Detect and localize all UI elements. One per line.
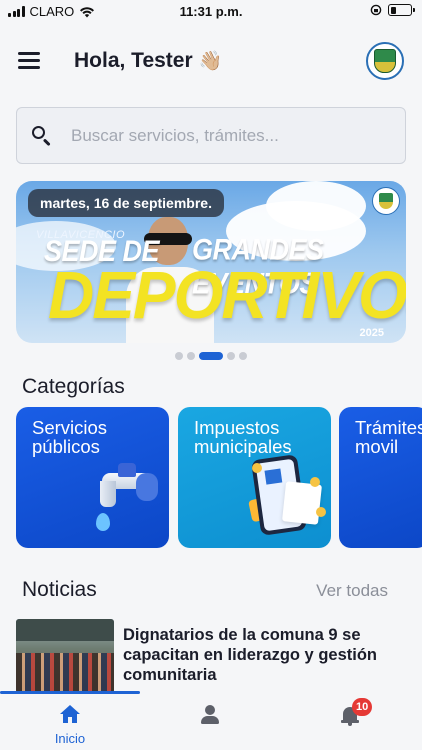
promo-banner[interactable]: martes, 16 de septiembre. VILLAVICENCIO … [16,181,406,343]
banner-date-chip: martes, 16 de septiembre. [28,189,224,217]
banner-year: 2025 [359,327,384,339]
category-card-impuestos-municipales[interactable]: Impuestos municipales [178,407,331,548]
news-headline: Dignatarios de la comuna 9 se capacitan … [123,626,377,685]
carousel-dots[interactable] [0,352,422,360]
status-bar: CLARO 11:31 p.m. [0,0,422,26]
rotation-lock-icon [370,4,382,16]
news-thumbnail [16,619,114,693]
home-icon [60,705,80,725]
status-time: 11:31 p.m. [179,4,243,19]
greeting-text: Hola, Tester [74,49,193,72]
person-icon [200,705,220,727]
faucet-icon [88,463,158,533]
hamburger-menu-icon[interactable] [18,52,40,70]
battery-icon [388,4,415,16]
carousel-dot[interactable] [187,352,195,360]
carousel-dot[interactable] [175,352,183,360]
category-label: Servicios públicos [32,417,108,457]
bottom-navigation: Inicio 10 [0,694,422,750]
nav-profile-tab[interactable] [180,702,240,748]
nav-home-label: Inicio [54,731,86,746]
categories-carousel[interactable]: Servicios públicos Impuestos municipales… [16,407,422,549]
carousel-dot[interactable] [227,352,235,360]
crest-shield-icon [374,49,396,73]
news-title: Noticias [22,578,97,601]
see-all-news-link[interactable]: Ver todas [316,581,388,601]
notification-badge: 10 [352,698,373,716]
category-card-tramites[interactable]: Trámites movil [339,407,422,548]
municipality-crest-avatar[interactable] [366,42,404,80]
search-bar[interactable] [16,107,406,164]
search-input[interactable] [71,125,371,146]
carousel-dot-active[interactable] [199,352,223,360]
category-label: Impuestos municipales [194,417,292,457]
battery-fill [390,6,396,14]
search-icon [31,125,53,147]
banner-headline-big: DEPORTIVOS [48,257,406,333]
categories-title: Categorías [22,375,125,398]
category-card-servicios-publicos[interactable]: Servicios públicos [16,407,169,548]
banner-crest-icon [372,187,400,215]
news-list-item[interactable]: Dignatarios de la comuna 9 se capacitan … [16,619,422,693]
nav-notifications-tab[interactable]: 10 [320,698,380,748]
carousel-dot[interactable] [239,352,247,360]
greeting-title: Hola, Tester 👋🏼 [74,49,222,73]
nav-home-tab[interactable]: Inicio [40,702,100,748]
app-header: Hola, Tester 👋🏼 [0,40,422,84]
category-label: Trámites movil [355,417,422,457]
waving-hand-icon: 👋🏼 [198,51,223,72]
status-right [370,4,415,16]
